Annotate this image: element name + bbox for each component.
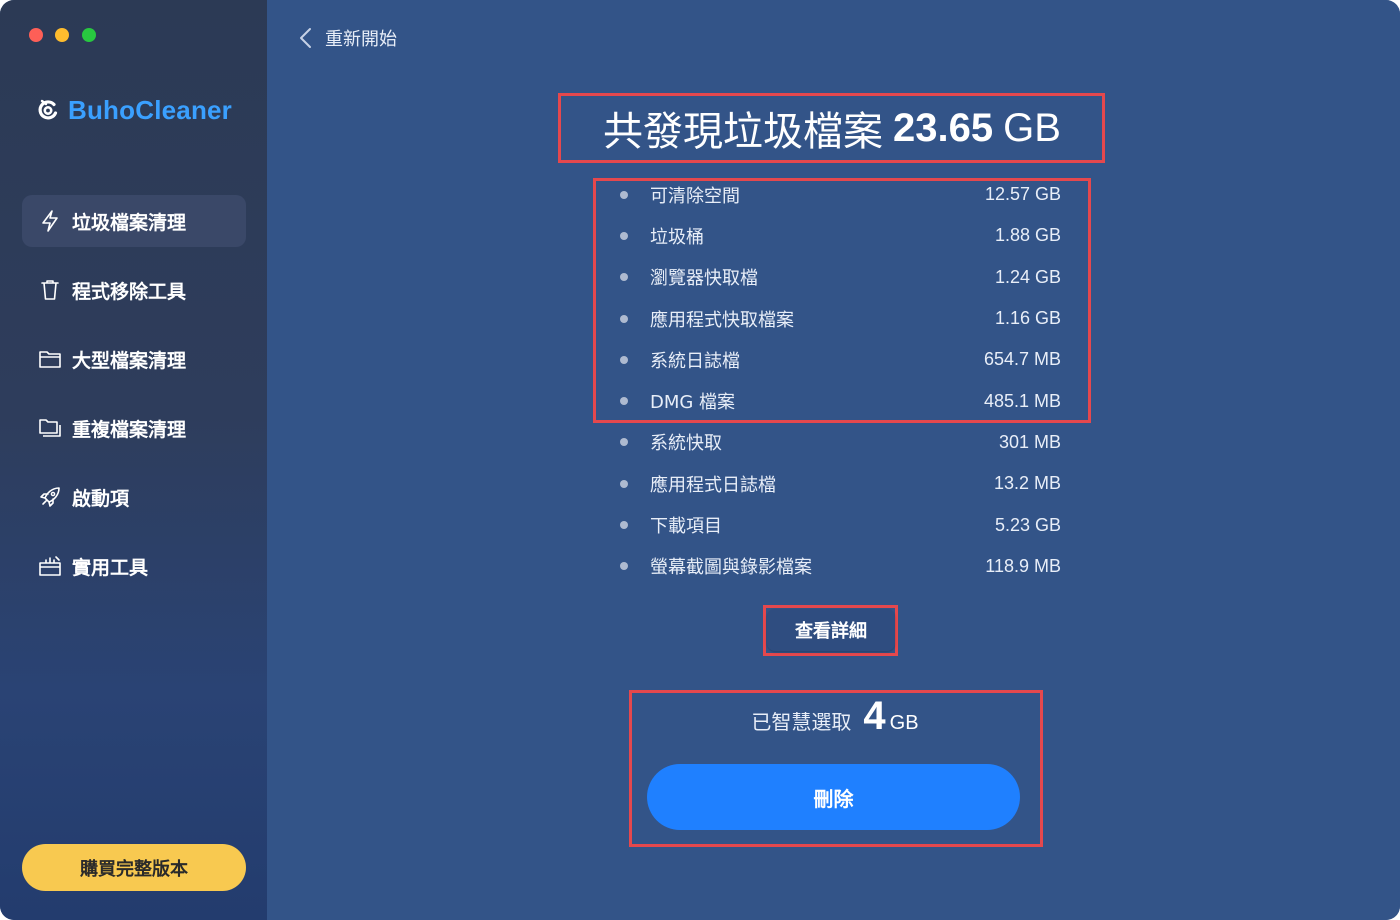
item-label: 系統日誌檔 — [650, 350, 740, 372]
sidebar-item-app-uninstaller[interactable]: 程式移除工具 — [22, 264, 246, 316]
bullet — [620, 273, 628, 282]
sidebar-item-startup-items[interactable]: 啟動項 — [22, 471, 246, 523]
item-label: 下載項目 — [650, 516, 722, 538]
sidebar-item-label: 垃圾檔案清理 — [72, 211, 187, 234]
bullet — [620, 190, 628, 199]
sidebar-item-label: 實用工具 — [72, 556, 149, 579]
item-size: 12.57 GB — [984, 184, 1061, 205]
item-label: 應用程式日誌檔 — [650, 474, 776, 496]
zoom-window-button[interactable] — [82, 28, 96, 42]
page-title: 共發現垃圾檔案 23.65 GB — [560, 95, 1104, 161]
bullet — [620, 355, 628, 364]
restart-back-button[interactable]: 重新開始 — [297, 24, 397, 52]
restart-label: 重新開始 — [325, 29, 397, 50]
title-text: 共發現垃圾檔案 — [603, 109, 884, 155]
sidebar-item-label: 大型檔案清理 — [72, 349, 187, 372]
bullet — [620, 438, 628, 447]
trash-icon — [38, 278, 62, 302]
bullet — [620, 521, 628, 530]
bullet — [620, 562, 628, 571]
list-item: 應用程式快取檔案 1.16 GB — [617, 298, 1061, 339]
list-item: 垃圾桶 1.88 GB — [617, 215, 1061, 256]
buho-logo-icon — [38, 99, 58, 120]
folder-icon — [38, 347, 62, 371]
list-item: 螢幕截圖與錄影檔案 118.9 MB — [617, 546, 1061, 587]
sidebar-item-label: 啟動項 — [72, 487, 130, 510]
item-label: DMG 檔案 — [650, 392, 736, 414]
item-label: 系統快取 — [650, 433, 722, 455]
sidebar-item-label: 程式移除工具 — [72, 280, 187, 303]
list-item: 系統日誌檔 654.7 MB — [617, 339, 1061, 380]
sidebar-item-toolkit[interactable]: 實用工具 — [22, 540, 246, 592]
item-size: 5.23 GB — [994, 514, 1061, 535]
item-size: 654.7 MB — [983, 349, 1061, 370]
bullet — [620, 231, 628, 240]
smart-selected-unit: GB — [889, 712, 919, 734]
brand-name: BuhoCleaner — [68, 94, 233, 125]
smart-selected-value: 4 — [863, 694, 886, 738]
smart-selected-summary: 已智慧選取 4 GB — [631, 694, 1039, 746]
item-size: 1.16 GB — [994, 308, 1061, 329]
item-label: 可清除空間 — [650, 185, 740, 207]
item-size: 1.88 GB — [994, 225, 1061, 246]
sidebar-item-large-files[interactable]: 大型檔案清理 — [22, 333, 246, 385]
sidebar-item-junk-cleanup[interactable]: 垃圾檔案清理 — [22, 195, 246, 247]
item-size: 118.9 MB — [985, 555, 1061, 576]
toolbox-icon — [38, 554, 62, 578]
sidebar-item-duplicate-files[interactable]: 重複檔案清理 — [22, 402, 246, 454]
brand: BuhoCleaner — [36, 94, 232, 126]
item-size: 301 MB — [998, 431, 1061, 452]
bullet — [620, 314, 628, 323]
list-item: 瀏覽器快取檔 1.24 GB — [617, 257, 1061, 298]
sidebar-item-label: 重複檔案清理 — [72, 418, 187, 441]
item-size: 1.24 GB — [994, 266, 1061, 287]
item-size: 13.2 MB — [993, 473, 1061, 494]
list-item: 下載項目 5.23 GB — [617, 504, 1061, 545]
item-label: 螢幕截圖與錄影檔案 — [650, 557, 812, 579]
main-panel: 重新開始 共發現垃圾檔案 23.65 GB 可清除空間 12.57 GB 垃圾桶… — [267, 0, 1400, 920]
list-item: 應用程式日誌檔 13.2 MB — [617, 463, 1061, 504]
close-window-button[interactable] — [29, 28, 43, 42]
view-details-button[interactable]: 查看詳細 — [767, 609, 895, 651]
item-label: 瀏覽器快取檔 — [650, 268, 758, 290]
sidebar-nav: 垃圾檔案清理 程式移除工具 大型檔案清理 重複檔案清理 啟動項 實用工具 — [22, 195, 246, 609]
chevron-left-icon — [300, 28, 311, 48]
sidebar: BuhoCleaner 垃圾檔案清理 程式移除工具 大型檔案清理 重複檔案清理 … — [0, 0, 267, 920]
total-size-unit: GB — [1003, 105, 1061, 150]
total-size-value: 23.65 — [893, 105, 994, 150]
minimize-window-button[interactable] — [55, 28, 69, 42]
junk-items-list: 可清除空間 12.57 GB 垃圾桶 1.88 GB 瀏覽器快取檔 1.24 G… — [617, 174, 1061, 587]
item-size: 485.1 MB — [983, 390, 1061, 411]
list-item: 可清除空間 12.57 GB — [617, 174, 1061, 215]
rocket-icon — [38, 485, 62, 509]
item-label: 垃圾桶 — [650, 226, 704, 248]
item-label: 應用程式快取檔案 — [650, 309, 794, 331]
smart-selected-label: 已智慧選取 — [751, 710, 852, 734]
list-item: DMG 檔案 485.1 MB — [617, 380, 1061, 421]
delete-button[interactable]: 刪除 — [647, 764, 1020, 830]
lightning-icon — [38, 209, 62, 233]
app-window: BuhoCleaner 垃圾檔案清理 程式移除工具 大型檔案清理 重複檔案清理 … — [0, 0, 1400, 920]
list-item: 系統快取 301 MB — [617, 422, 1061, 463]
bullet — [620, 479, 628, 488]
buy-full-version-button[interactable]: 購買完整版本 — [22, 844, 246, 891]
duplicate-folder-icon — [38, 416, 62, 440]
bullet — [620, 397, 628, 406]
